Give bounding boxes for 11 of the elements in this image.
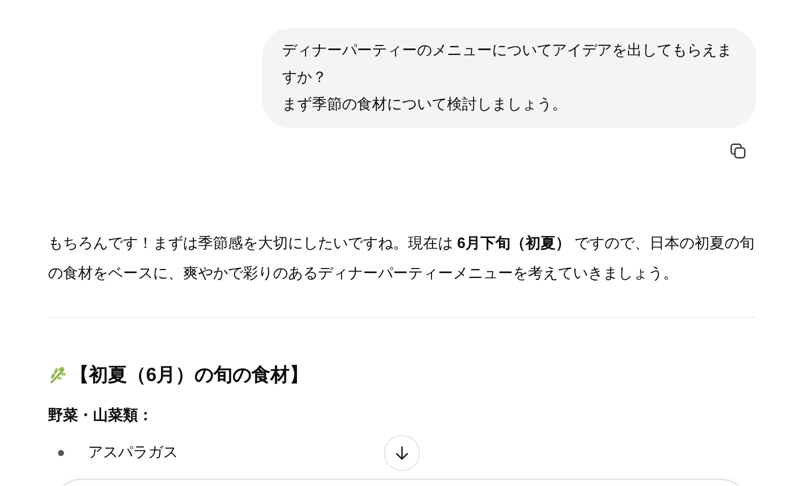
category-label: 野菜・山菜類： <box>48 406 154 425</box>
arrow-down-icon <box>393 444 411 462</box>
herb-icon <box>48 365 68 385</box>
bullet-icon <box>58 450 64 456</box>
message-line: まず季節の食材について検討しましょう。 <box>282 95 568 115</box>
list-item-text: アスパラガス <box>88 443 178 463</box>
message-line: ディナーパーティーのメニューについてアイデアを出してもらえますか？ <box>282 41 733 88</box>
reply-paragraph: もちろんです！まずは季節感を大切にしたいですね。現在は 6月下旬（初夏） ですので、日本の初夏の旬の食材をベースに、爽やかで彩りのあるディナーパーティーメニューを考えていきましょう。 <box>48 234 756 284</box>
section-heading: 【初夏（6月）の旬の食材】 <box>70 364 309 388</box>
scroll-down-button[interactable] <box>384 435 420 471</box>
copy-icon <box>729 142 747 160</box>
